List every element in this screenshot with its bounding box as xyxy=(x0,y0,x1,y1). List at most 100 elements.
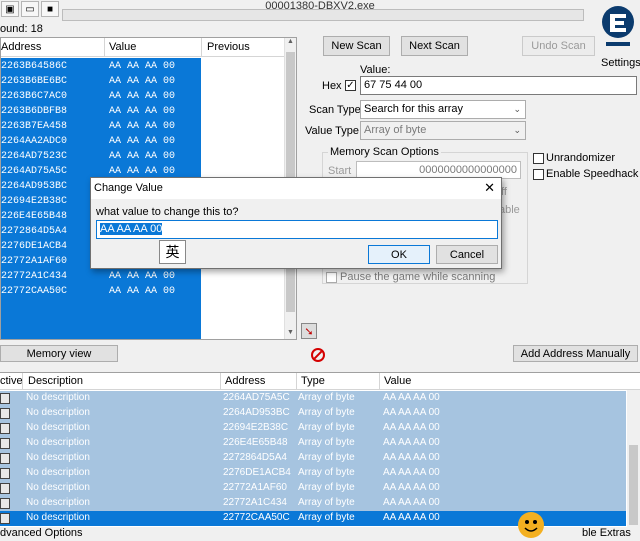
value-input[interactable]: 67 75 44 00 xyxy=(360,76,637,95)
hex-checkbox[interactable]: ✓ xyxy=(345,80,356,91)
copy-to-table-arrow-icon[interactable]: ➘ xyxy=(301,323,317,339)
result-row[interactable]: 22772A1C434 AA AA AA 00 xyxy=(1,270,201,285)
table-row[interactable]: No description 2272864D5A4 Array of byte AA… xyxy=(0,451,626,466)
dialog-title: Change Value xyxy=(94,182,163,194)
pause-game-checkbox[interactable] xyxy=(326,272,337,283)
table-row[interactable]: No description 2276DE1ACB4 Array of byte AA… xyxy=(0,466,626,481)
new-scan-button[interactable]: New Scan xyxy=(323,36,390,56)
table-header-address[interactable]: Address xyxy=(225,375,265,387)
close-icon[interactable]: ✕ xyxy=(484,180,495,196)
table-row[interactable]: No description 22772A1AF60 Array of byte AA… xyxy=(0,481,626,496)
result-row[interactable]: 2263B6C7AC0 AA AA AA 00 xyxy=(1,90,201,105)
change-value-input[interactable]: AA AA AA 00 xyxy=(96,220,498,239)
cheat-engine-logo-icon[interactable] xyxy=(600,2,636,54)
result-address: 2263B6BE6BC xyxy=(1,76,68,87)
delete-no-icon[interactable] xyxy=(311,348,325,362)
row-value: AA AA AA 00 xyxy=(383,497,440,508)
row-address: 22772A1C434 xyxy=(223,497,287,508)
value-type-select[interactable]: Array of byte ⌄ xyxy=(360,121,526,140)
table-row[interactable]: No description 22694E2B38C Array of byte AA… xyxy=(0,421,626,436)
result-row[interactable]: 22772CAA50C AA AA AA 00 xyxy=(1,285,201,300)
active-checkbox[interactable] xyxy=(0,483,10,494)
row-address: 2276DE1ACB4 xyxy=(223,467,291,478)
row-type: Array of byte xyxy=(298,437,355,448)
result-row[interactable]: 2263B6BE6BC AA AA AA 00 xyxy=(1,75,201,90)
active-checkbox[interactable] xyxy=(0,453,10,464)
ime-indicator[interactable]: 英 xyxy=(159,240,186,264)
result-address: 22772A1C434 xyxy=(1,271,68,282)
active-checkbox[interactable] xyxy=(0,468,10,479)
row-type: Array of byte xyxy=(298,422,355,433)
undo-scan-button[interactable]: Undo Scan xyxy=(522,36,595,56)
next-scan-button[interactable]: Next Scan xyxy=(401,36,468,56)
result-address: 22772CAA50C xyxy=(1,286,68,297)
scan-type-value: Search for this array xyxy=(364,103,464,115)
row-type: Array of byte xyxy=(298,452,355,463)
row-address: 22772CAA50C xyxy=(223,512,290,523)
dialog-prompt: what value to change this to? xyxy=(96,206,239,218)
active-checkbox[interactable] xyxy=(0,438,10,449)
table-row[interactable]: No description 226E4E65B48 Array of byte AA… xyxy=(0,436,626,451)
settings-label[interactable]: Settings xyxy=(601,57,640,69)
results-header-previous[interactable]: Previous xyxy=(207,41,250,53)
change-value-dialog: Change Value ✕ what value to change this… xyxy=(90,177,502,269)
cancel-button[interactable]: Cancel xyxy=(436,245,498,264)
save-icon[interactable]: ■ xyxy=(41,1,59,17)
active-checkbox[interactable] xyxy=(0,423,10,434)
result-value: AA AA AA 00 xyxy=(109,151,176,162)
chevron-down-icon: ⌄ xyxy=(513,125,521,135)
active-checkbox[interactable] xyxy=(0,393,10,404)
result-row[interactable]: 2263B7EA458 AA AA AA 00 xyxy=(1,120,201,135)
result-address: 2263B7EA458 xyxy=(1,121,68,132)
row-description: No description xyxy=(26,512,90,523)
computer-process-icon[interactable]: ▣ xyxy=(1,1,19,17)
enable-speedhack-checkbox[interactable] xyxy=(533,169,544,180)
row-description: No description xyxy=(26,422,90,433)
watermark-logo xyxy=(517,505,640,541)
memory-view-button[interactable]: Memory view xyxy=(0,345,118,362)
cheat-table[interactable]: ctive Description Address Type Value No … xyxy=(0,372,640,527)
table-header-value[interactable]: Value xyxy=(384,375,411,387)
table-header-description[interactable]: Description xyxy=(28,375,83,387)
row-address: 22772A1AF60 xyxy=(223,482,287,493)
results-header-address[interactable]: Address xyxy=(1,41,41,53)
value-label: Value: xyxy=(360,64,391,76)
result-value: AA AA AA 00 xyxy=(109,61,176,72)
scroll-down-icon[interactable]: ▼ xyxy=(285,329,296,339)
table-row[interactable]: No description 2264AD75A5C Array of byte AA… xyxy=(0,391,626,406)
advanced-options-label[interactable]: dvanced Options xyxy=(0,527,83,539)
table-row[interactable]: No description 2264AD953BC Array of byte AA… xyxy=(0,406,626,421)
row-address: 2264AD953BC xyxy=(223,407,290,418)
active-checkbox[interactable] xyxy=(0,408,10,419)
result-address: 2264AD953BC xyxy=(1,181,68,192)
result-row[interactable]: 2264AA2ADC0 AA AA AA 00 xyxy=(1,135,201,150)
result-value: AA AA AA 00 xyxy=(109,106,176,117)
result-row[interactable]: 2263B6DBFB8 AA AA AA 00 xyxy=(1,105,201,120)
scroll-up-icon[interactable]: ▲ xyxy=(285,38,296,50)
result-row[interactable]: 2263B64586C AA AA AA 00 xyxy=(1,60,201,75)
result-address: 22694E2B38C xyxy=(1,196,68,207)
result-value: AA AA AA 00 xyxy=(109,166,176,177)
row-type: Array of byte xyxy=(298,512,355,523)
result-row[interactable]: 2264AD7523C AA AA AA 00 xyxy=(1,150,201,165)
active-checkbox[interactable] xyxy=(0,513,10,524)
row-value: AA AA AA 00 xyxy=(383,437,440,448)
ok-button[interactable]: OK xyxy=(368,245,430,264)
result-address: 2276DE1ACB4 xyxy=(1,241,68,252)
active-checkbox[interactable] xyxy=(0,498,10,509)
results-header-value[interactable]: Value xyxy=(109,41,136,53)
scan-progress-bar xyxy=(62,9,584,21)
add-address-manually-button[interactable]: Add Address Manually xyxy=(513,345,638,362)
scan-type-select[interactable]: Search for this array ⌄ xyxy=(360,100,526,119)
open-folder-icon[interactable]: ▭ xyxy=(21,1,39,17)
table-header-type[interactable]: Type xyxy=(301,375,325,387)
row-value: AA AA AA 00 xyxy=(383,422,440,433)
unrandomizer-checkbox[interactable] xyxy=(533,153,544,164)
dialog-titlebar: Change Value ✕ xyxy=(91,178,501,199)
executable-label-fragment: able xyxy=(499,204,520,216)
table-header-active[interactable]: ctive xyxy=(0,375,23,387)
result-address: 226E4E65B48 xyxy=(1,211,68,222)
hex-label: Hex xyxy=(322,80,342,92)
memory-scan-options-title: Memory Scan Options xyxy=(328,146,441,158)
result-address: 2263B6DBFB8 xyxy=(1,106,68,117)
